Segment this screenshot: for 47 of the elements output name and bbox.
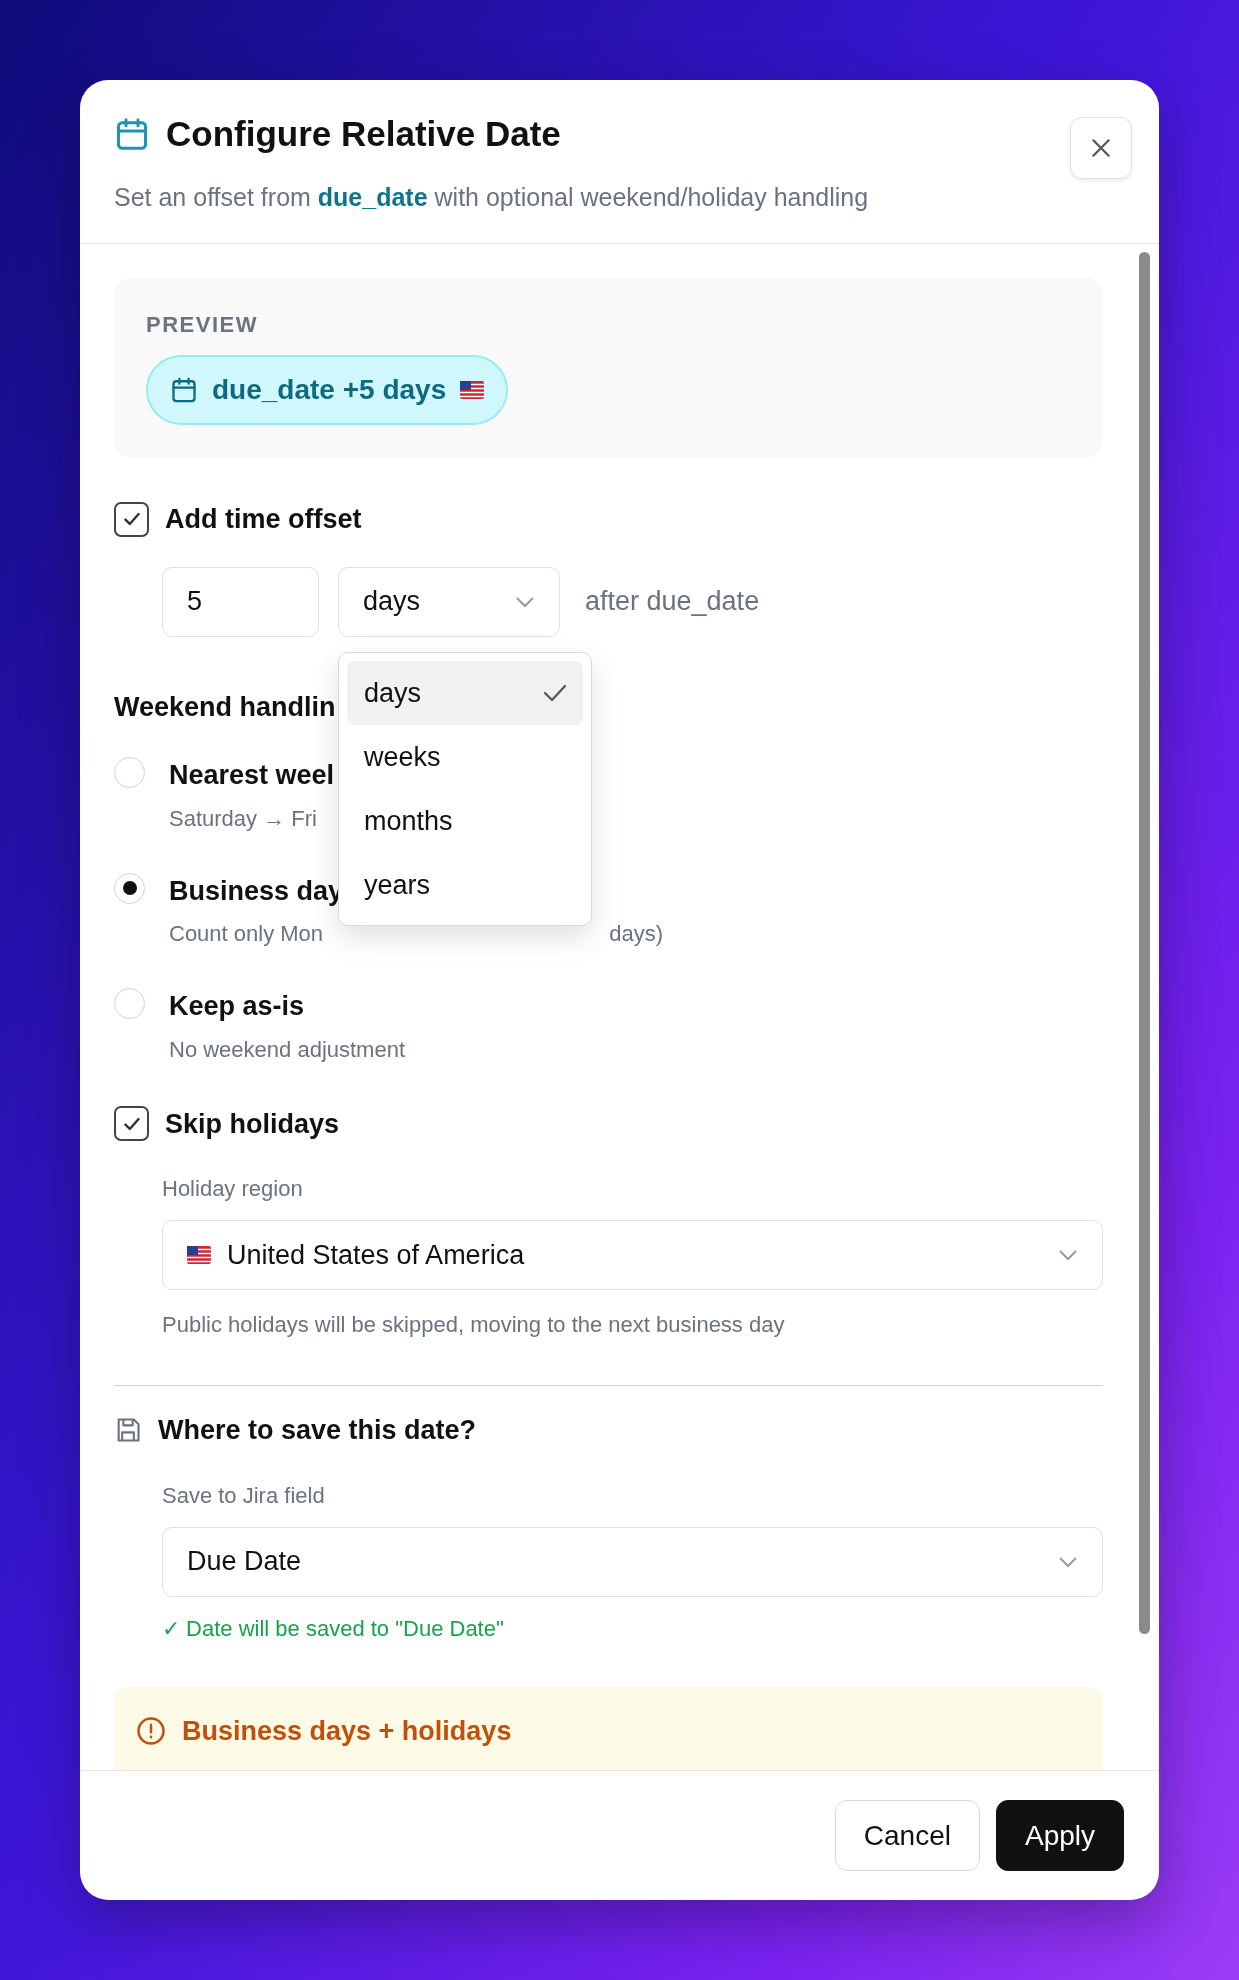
field-value: Due Date [187, 1545, 302, 1579]
check-icon [543, 683, 567, 703]
cancel-button[interactable]: Cancel [834, 1800, 980, 1871]
section-heading: Weekend handlin [114, 690, 336, 724]
field-label: Save to Jira field [162, 1481, 326, 1510]
dialog-subtitle: Set an offset from due_date with optional weekend/holiday handling [114, 181, 869, 213]
flag-icon [187, 1246, 211, 1264]
flag-icon [460, 381, 485, 399]
dropdown-option[interactable]: days [347, 661, 583, 725]
dropdown-option[interactable]: weeks [347, 725, 583, 789]
help-text: Public holidays will be skipped, moving to the next business day [162, 1311, 786, 1339]
success-message: ✓ Date will be saved to "Due Date" [162, 1614, 505, 1643]
offset-suffix: after due_date [585, 585, 760, 619]
dialog-title: Configure Relative Date [166, 113, 561, 155]
checkbox-label: Add time offset [165, 503, 362, 536]
section-heading: Where to save this date? [158, 1414, 477, 1447]
amount-input[interactable]: 5 [162, 566, 319, 637]
chevron-down-icon [1058, 1249, 1078, 1261]
preview-chip-text: due_date +5 days [212, 373, 447, 407]
chevron-down-icon [1058, 1555, 1078, 1568]
calendar-icon [114, 116, 150, 153]
close-button[interactable] [1070, 117, 1132, 179]
radio-description: No weekend adjustment [169, 1035, 406, 1064]
checkbox[interactable] [114, 501, 149, 537]
unit-value: days [363, 585, 421, 619]
field-label: Holiday region [162, 1175, 304, 1203]
radio-label: Keep as-is [169, 990, 305, 1023]
jira-field-select[interactable]: Due Date [162, 1526, 1103, 1597]
radio-label: Nearest weel [169, 759, 335, 792]
warning-title: Business days + holidays [182, 1714, 512, 1748]
radio-description: Saturday → Fri [169, 804, 317, 833]
radio-description: Count only Mon [169, 920, 324, 948]
region-select[interactable]: United States of America [162, 1220, 1103, 1290]
dropdown-option[interactable]: months [347, 789, 583, 853]
unit-select[interactable]: days [338, 566, 560, 637]
radio-description: days) [609, 920, 663, 948]
region-value: United States of America [227, 1238, 525, 1272]
close-icon [1090, 137, 1112, 159]
preview-label: PREVIEW [146, 311, 259, 339]
checkbox[interactable] [114, 1106, 149, 1142]
calendar-icon [170, 376, 198, 404]
scrollbar[interactable] [1139, 252, 1150, 1634]
dropdown-option[interactable]: years [347, 853, 583, 917]
apply-button[interactable]: Apply [995, 1800, 1124, 1871]
chevron-down-icon [515, 595, 535, 608]
alert-icon [136, 1715, 166, 1746]
checkbox-label: Skip holidays [165, 1107, 340, 1141]
